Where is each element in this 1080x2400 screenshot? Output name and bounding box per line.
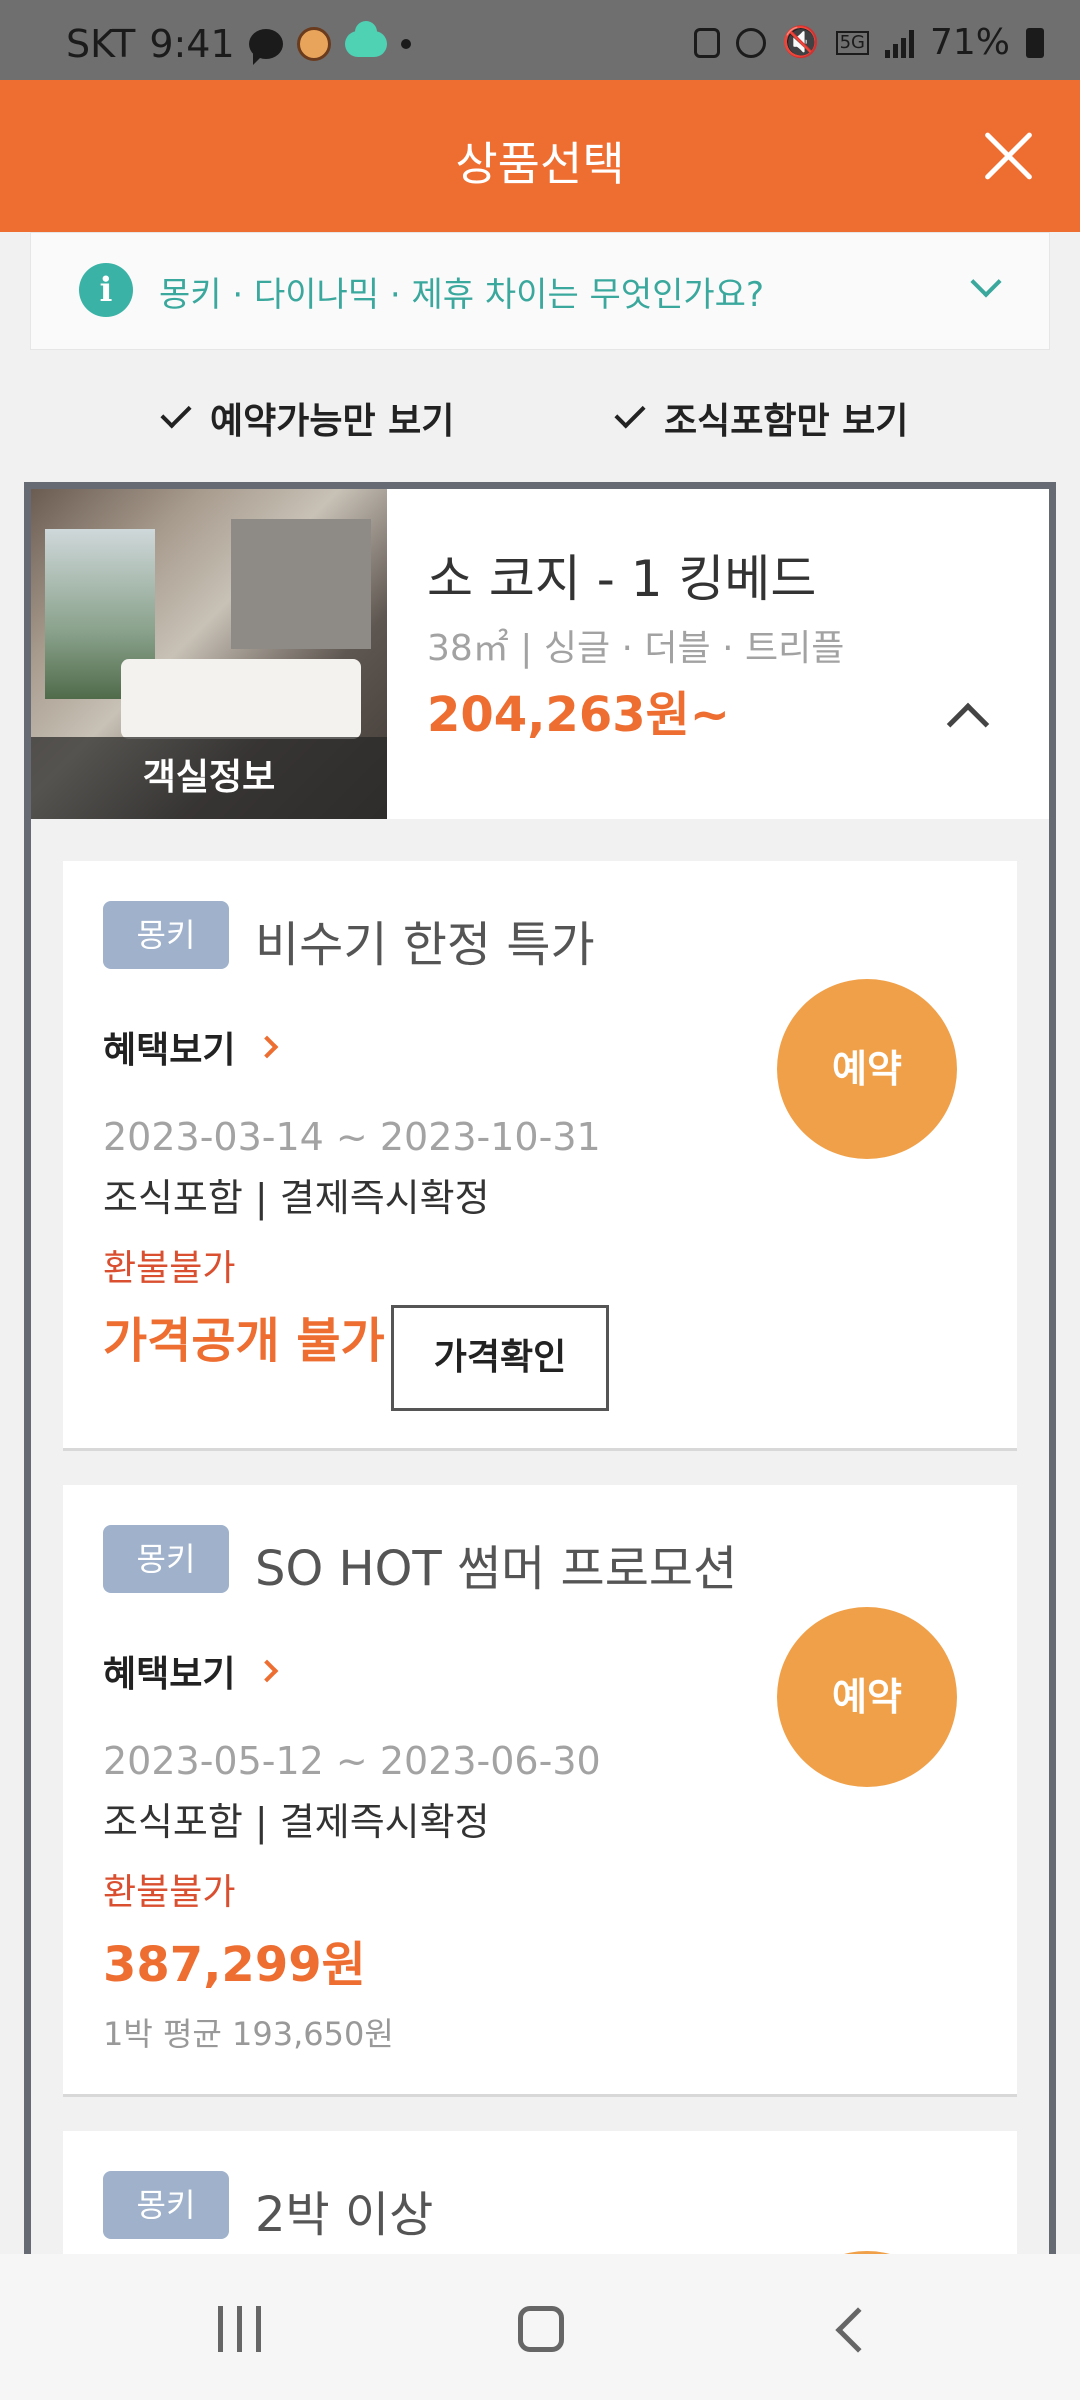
recent-apps-button[interactable] <box>218 2306 261 2352</box>
offer-badge: 몽키 <box>103 901 229 969</box>
message-icon <box>248 29 283 65</box>
room-price: 204,263원~ <box>427 687 731 743</box>
cloud-icon <box>344 21 387 57</box>
offer-card: 몽키 비수기 한정 특가 혜택보기 예약 2023-03-14 ~ 2023-1… <box>63 861 1017 1451</box>
chevron-right-icon <box>256 1659 279 1683</box>
filter-available-only[interactable]: 예약가능만 보기 <box>160 392 455 444</box>
filter-label: 조식포함만 보기 <box>664 401 909 442</box>
book-button[interactable]: 예약 <box>777 979 957 1159</box>
room-header[interactable]: 객실정보 소 코지 - 1 킹베드 38㎡ | 싱글 · 더블 · 트리플 20… <box>31 489 1049 819</box>
check-icon <box>160 397 192 429</box>
network-type: 5G <box>835 30 869 55</box>
offer-dates: 2023-05-12 ~ 2023-06-30 <box>103 1739 601 1783</box>
room-info-label: 객실정보 <box>31 737 387 819</box>
status-bar: SKT 9:41 🔇 5G 71% <box>0 0 1080 80</box>
carrier-label: SKT <box>66 22 136 66</box>
price-hidden-label: 가격공개 불가 <box>103 1313 385 1369</box>
alarm-icon <box>736 27 767 58</box>
room-spec: 38㎡ | 싱글 · 더블 · 트리플 <box>427 628 845 669</box>
offer-conditions: 조식포함 | 결제즉시확정 <box>103 1800 490 1844</box>
chevron-right-icon <box>256 1035 279 1059</box>
offer-title: SO HOT 썸머 프로모션 <box>255 1541 738 1597</box>
room-name: 소 코지 - 1 킹베드 <box>427 550 817 608</box>
info-accordion[interactable]: i 몽키 · 다이나믹 · 제휴 차이는 무엇인가요? <box>30 232 1050 350</box>
system-nav-bar <box>0 2254 1080 2400</box>
clock: 9:41 <box>149 22 235 66</box>
chevron-up-icon[interactable] <box>946 702 990 746</box>
info-text: 몽키 · 다이나믹 · 제휴 차이는 무엇인가요? <box>159 275 764 315</box>
signal-icon <box>884 28 914 58</box>
benefits-label: 혜택보기 <box>103 1654 236 1695</box>
notification-dot-icon <box>400 39 411 49</box>
offer-badge: 몽키 <box>103 1525 229 1593</box>
offer-dates: 2023-03-14 ~ 2023-10-31 <box>103 1115 601 1159</box>
home-button[interactable] <box>518 2306 564 2352</box>
monkey-app-icon <box>296 27 331 61</box>
filter-breakfast-only[interactable]: 조식포함만 보기 <box>614 392 909 444</box>
battery-icon <box>1026 27 1044 58</box>
back-button[interactable] <box>835 2307 881 2353</box>
offer-price: 387,299원 <box>103 1937 366 1993</box>
benefits-link[interactable]: 혜택보기 <box>103 1645 279 1697</box>
offer-badge: 몽키 <box>103 2171 229 2239</box>
room-panel: 객실정보 소 코지 - 1 킹베드 38㎡ | 싱글 · 더블 · 트리플 20… <box>24 482 1056 2400</box>
benefits-label: 혜택보기 <box>103 1030 236 1071</box>
refund-policy: 환불불가 <box>103 1248 236 1289</box>
offer-title: 비수기 한정 특가 <box>255 917 595 973</box>
info-icon: i <box>79 263 133 317</box>
offer-conditions: 조식포함 | 결제즉시확정 <box>103 1176 490 1220</box>
recycle-icon <box>694 27 721 58</box>
room-photo[interactable]: 객실정보 <box>31 489 387 819</box>
refund-policy: 환불불가 <box>103 1872 236 1913</box>
filter-label: 예약가능만 보기 <box>210 401 455 442</box>
benefits-link[interactable]: 혜택보기 <box>103 1021 279 1073</box>
page-title: 상품선택 <box>455 137 625 191</box>
app-header: 상품선택 <box>0 80 1080 232</box>
mute-icon: 🔇 <box>782 25 820 60</box>
battery-percent: 71% <box>929 22 1010 63</box>
nightly-average: 1박 평균 193,650원 <box>103 2015 394 2053</box>
close-button[interactable] <box>978 126 1038 186</box>
check-price-button[interactable]: 가격확인 <box>391 1305 609 1411</box>
offer-card: 몽키 SO HOT 썸머 프로모션 혜택보기 예약 2023-05-12 ~ 2… <box>63 1485 1017 2097</box>
book-button[interactable]: 예약 <box>777 1607 957 1787</box>
chevron-down-icon <box>970 266 1002 298</box>
offer-title: 2박 이상 <box>255 2187 434 2243</box>
check-icon <box>614 397 646 429</box>
